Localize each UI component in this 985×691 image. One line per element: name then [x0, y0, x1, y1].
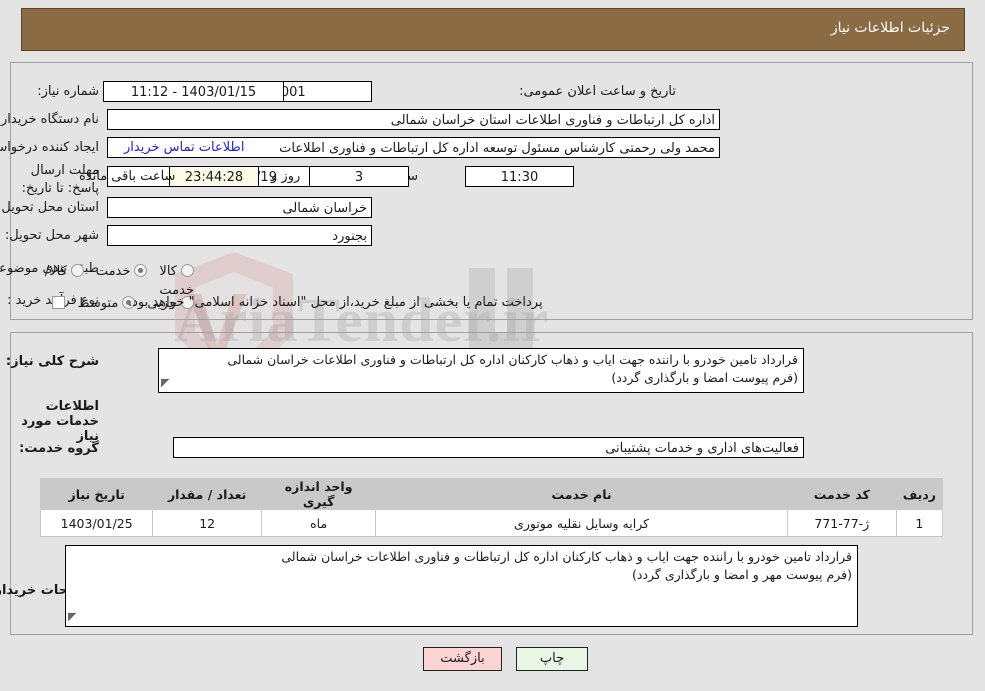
service-group-label: گروه خدمت: — [20, 441, 100, 456]
resize-grip-icon-2[interactable]: ◥ — [69, 608, 77, 626]
cell-name: کرایه وسایل نقلیه موتوری — [376, 509, 789, 537]
column-header-code: کد خدمت — [787, 478, 898, 510]
need-number-label: شماره نیاز: — [38, 84, 100, 99]
general-desc-line-2: (فرم پیوست امضا و بارگذاری گردد) — [612, 370, 799, 385]
page-header-bar: جزئیات اطلاعات نیاز — [22, 8, 966, 51]
services-heading: اطلاعات خدمات مورد نیاز — [22, 399, 100, 444]
column-header-radif: ردیف — [896, 478, 945, 510]
cell-radif: 1 — [896, 509, 945, 537]
deadline-hour-value: 11:30 — [466, 166, 575, 187]
deadline-days-label: روز و — [272, 169, 302, 184]
table-row: 1 ژ-77-771 کرایه وسایل نقلیه موتوری ماه … — [40, 509, 945, 537]
page-title: جزئیات اطلاعات نیاز — [831, 20, 951, 36]
creator-label: ایجاد کننده درخواست: — [0, 140, 100, 155]
general-desc-line-1: قرارداد تامین خودرو با راننده جهت ایاب و… — [228, 352, 799, 367]
back-button[interactable]: بازگشت — [424, 647, 503, 671]
service-group-value: فعالیت‌های اداری و خدمات پشتیبانی — [174, 437, 805, 458]
treasury-docs-checkbox[interactable] — [53, 296, 67, 309]
category-radio-kala[interactable] — [182, 264, 195, 277]
cell-date: 1403/01/25 — [40, 509, 155, 537]
column-header-name: نام خدمت — [376, 478, 789, 510]
cell-qty: 12 — [153, 509, 263, 537]
province-label: استان محل تحویل: — [0, 200, 100, 215]
services-table: ردیف کد خدمت نام خدمت واحد اندازه گیری ت… — [40, 478, 945, 537]
table-header-row: ردیف کد خدمت نام خدمت واحد اندازه گیری ت… — [40, 478, 945, 510]
buyer-notes-textarea[interactable]: قرارداد تامین خودرو با راننده جهت ایاب و… — [66, 545, 859, 627]
province-value: خراسان شمالی — [108, 197, 373, 218]
city-label: شهر محل تحویل: — [5, 228, 100, 243]
city-value: بجنورد — [108, 225, 373, 246]
column-header-unit: واحد اندازه گیری — [261, 478, 378, 510]
buyer-org-label: نام دستگاه خریدار: — [0, 112, 100, 127]
treasury-docs-note: پرداخت تمام یا بخشی از مبلغ خرید،از محل … — [129, 295, 544, 310]
buyer-org-value: اداره کل ارتباطات و فناوری اطلاعات استان… — [108, 109, 721, 130]
column-header-qty: تعداد / مقدار — [153, 478, 263, 510]
buyer-contact-link[interactable]: اطلاعات تماس خریدار — [125, 140, 245, 155]
deadline-countdown-value: 23:44:28 — [170, 166, 260, 187]
print-button[interactable]: چاپ — [517, 647, 589, 671]
general-desc-textarea[interactable]: قرارداد تامین خودرو با راننده جهت ایاب و… — [159, 348, 805, 393]
category-option-1-label: خدمت — [96, 264, 132, 279]
deadline-days-value: 3 — [310, 166, 410, 187]
cell-unit: ماه — [261, 509, 378, 537]
buyer-notes-line-2: (فرم پیوست مهر و امضا و بارگذاری گردد) — [633, 567, 853, 582]
resize-grip-icon[interactable]: ◥ — [162, 374, 170, 392]
page-root: V AriaTender.ir جزئیات اطلاعات نیاز شمار… — [0, 0, 985, 691]
general-desc-label: شرح کلی نیاز: — [6, 354, 100, 369]
deadline-remaining-label: ساعت باقی مانده — [80, 169, 177, 184]
category-radio-kala-khedmat[interactable] — [71, 264, 85, 277]
announce-datetime-label: تاریخ و ساعت اعلان عمومی: — [520, 84, 677, 99]
process-option-1-label: متوسط — [78, 296, 120, 311]
category-option-0-label: کالا — [160, 264, 178, 279]
announce-datetime-value: 1403/01/15 - 11:12 — [104, 81, 285, 102]
category-radio-khedmat[interactable] — [135, 264, 149, 277]
buyer-notes-line-1: قرارداد تامین خودرو با راننده جهت ایاب و… — [282, 549, 853, 564]
cell-code: ژ-77-771 — [787, 509, 898, 537]
column-header-date: تاریخ نیاز — [40, 478, 155, 510]
